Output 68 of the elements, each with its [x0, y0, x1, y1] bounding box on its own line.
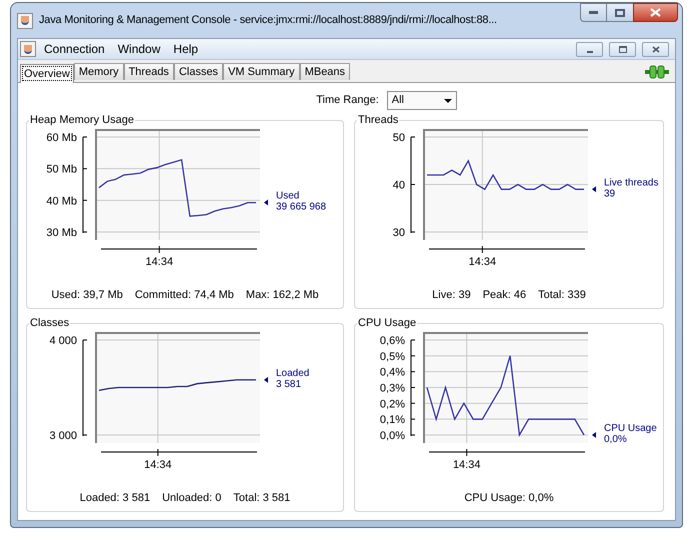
close-button[interactable]	[642, 42, 669, 56]
tick-label: 3 000	[49, 430, 77, 442]
plug-icon	[645, 65, 669, 79]
tab[interactable]: Classes	[174, 63, 224, 80]
maximize-button[interactable]	[607, 3, 633, 22]
stat-text: CPU Usage: 0,0%	[464, 490, 554, 506]
legend-label: Used	[276, 190, 300, 202]
time-range-dropdown[interactable]: All	[386, 91, 457, 110]
pointer-icon	[264, 199, 268, 206]
tab[interactable]: MBeans	[300, 63, 350, 80]
tick-label: 0,4%	[380, 366, 405, 378]
tab[interactable]: VM Summary	[223, 63, 300, 80]
stat-text: Committed: 74,4 Mb	[134, 288, 234, 302]
time-label: 14:34	[468, 256, 496, 268]
menu-item[interactable]: Connection	[42, 40, 107, 58]
panel-title: Classes	[29, 316, 70, 331]
tick-label: 0,1%	[380, 414, 405, 426]
legend-value: 39	[604, 188, 616, 199]
tick-label: 0,6%	[380, 334, 405, 346]
close-icon	[652, 46, 660, 52]
stat-text: Total: 339	[538, 288, 586, 302]
tick-label: 60 Mb	[46, 132, 77, 144]
close-button[interactable]	[633, 3, 678, 22]
tick-label: 50	[392, 132, 405, 144]
tick-label: 50 Mb	[46, 163, 77, 176]
minimize-button[interactable]	[576, 42, 603, 56]
pointer-icon	[264, 376, 268, 382]
tick-label: 40	[392, 179, 405, 191]
stat-text: Used: 39,7 Mb	[51, 288, 123, 302]
panel-title: Heap Memory Usage	[29, 113, 135, 128]
legend-value: 0,0%	[604, 434, 627, 444]
menu-item[interactable]: Help	[171, 40, 200, 58]
tick-label: 4 000	[49, 334, 77, 346]
close-icon	[650, 8, 661, 17]
menu-item[interactable]: Window	[116, 40, 162, 58]
stat-text: Total: 3 581	[233, 490, 290, 506]
tab[interactable]: Overview	[20, 64, 74, 83]
pointer-icon	[592, 186, 596, 192]
tab[interactable]: Threads	[124, 63, 174, 80]
legend-label: Loaded	[276, 367, 310, 378]
stat-text: Max: 162,2 Mb	[246, 288, 319, 302]
stat-text: Unloaded: 0	[162, 490, 222, 506]
panel-title: Threads	[357, 113, 400, 128]
restore-button[interactable]	[609, 42, 636, 56]
tick-label: 0,3%	[380, 382, 405, 394]
window-title: Java Monitoring & Management Console - service:jmx:rmi://localhost:8889/jndi/rmi://localhost:88...	[39, 13, 498, 28]
legend-label: CPU Usage	[604, 422, 657, 434]
stat-text: Loaded: 3 581	[80, 490, 150, 506]
stat-text: Live: 39	[432, 288, 471, 302]
tick-label: 0,0%	[380, 430, 405, 442]
legend-value: 3 581	[276, 378, 302, 390]
tick-label: 40 Mb	[46, 194, 77, 207]
legend-value: 39 665 968	[276, 201, 326, 212]
pointer-icon	[592, 432, 596, 438]
time-label: 14:34	[452, 458, 480, 470]
panel-title: CPU Usage	[357, 316, 418, 331]
tick-label: 0,5%	[380, 350, 405, 362]
dropdown-arrow-icon	[444, 98, 452, 102]
time-label: 14:34	[146, 256, 174, 268]
stat-text: Peak: 46	[482, 288, 526, 302]
legend-label: Live threads	[604, 176, 658, 188]
time-label: 14:34	[144, 458, 172, 470]
tab[interactable]: Memory	[74, 63, 124, 80]
tick-label: 0,2%	[380, 398, 405, 410]
tick-label: 30	[392, 226, 405, 238]
minimize-button[interactable]	[580, 3, 607, 22]
tick-label: 30 Mb	[46, 226, 77, 238]
time-range-label: Time Range:	[316, 93, 379, 108]
